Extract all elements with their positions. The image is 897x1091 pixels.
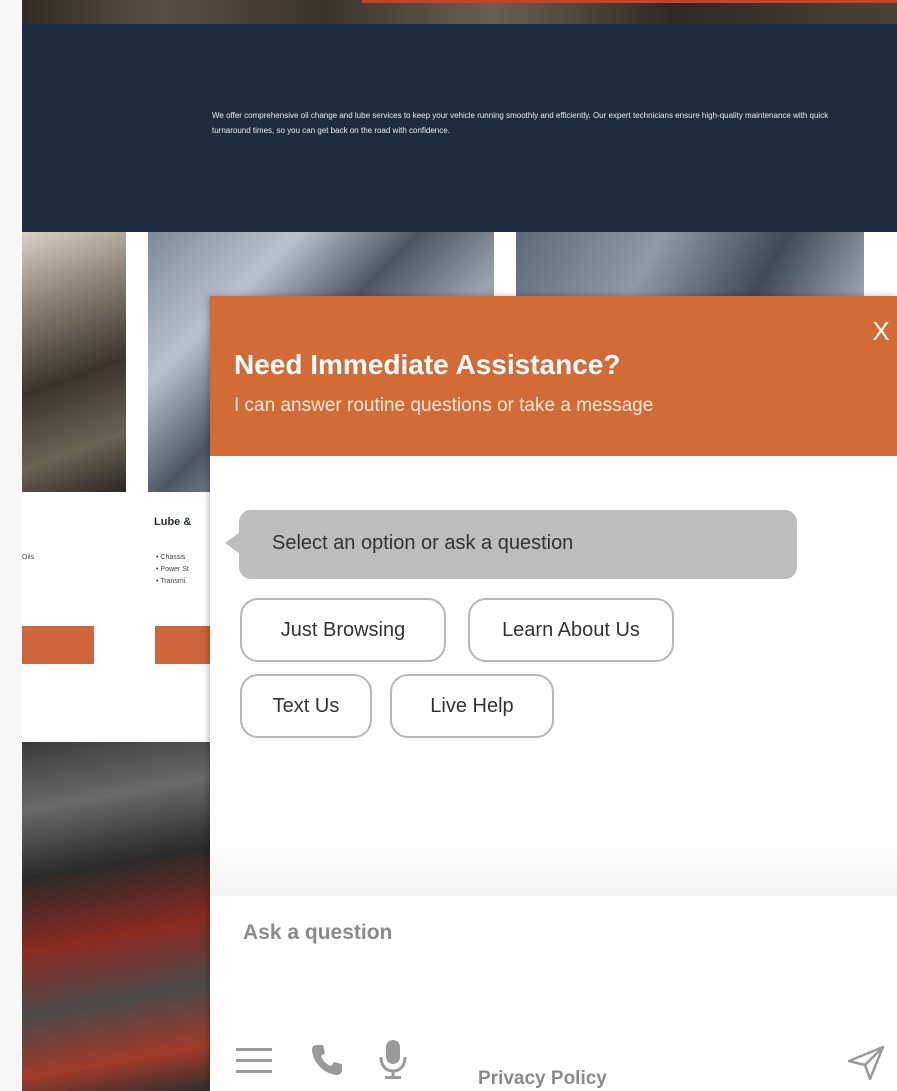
bubble-tail — [225, 532, 240, 554]
chat-input-area: Privacy Policy — [210, 896, 897, 1091]
card-button-oil[interactable] — [22, 626, 94, 664]
close-icon[interactable]: X — [868, 318, 894, 344]
card-list-oil: Oils — [22, 552, 34, 564]
bot-message-bubble: Select an option or ask a question — [239, 510, 797, 579]
chat-subtitle: I can answer routine questions or take a… — [234, 395, 654, 416]
messages-fade — [210, 836, 897, 896]
option-text-us[interactable]: Text Us — [240, 674, 372, 738]
list-item: Oils — [22, 554, 35, 561]
card-heading-lube: Lube & — [154, 516, 192, 528]
service-photo-oil — [22, 232, 126, 492]
phone-icon[interactable] — [310, 1043, 344, 1077]
card-list-lube: • Chassis • Power St • Transmi — [156, 552, 189, 588]
garage-photo — [22, 742, 212, 1091]
top-banner-photo — [0, 0, 897, 24]
option-live-help[interactable]: Live Help — [390, 674, 554, 738]
microphone-icon[interactable] — [378, 1040, 408, 1080]
left-margin — [0, 0, 22, 1091]
hero-description: We offer comprehensive oil change and lu… — [212, 111, 829, 135]
list-item: • Power St — [156, 566, 189, 573]
option-learn-about-us[interactable]: Learn About Us — [468, 598, 674, 662]
list-item: • Transmi — [156, 578, 186, 585]
top-red-bar — [362, 0, 897, 3]
bot-message-text: Select an option or ask a question — [272, 532, 574, 554]
send-icon[interactable] — [846, 1044, 886, 1082]
list-item: • Chassis — [156, 554, 186, 561]
chat-title: Need Immediate Assistance? — [234, 349, 621, 380]
option-just-browsing[interactable]: Just Browsing — [240, 598, 446, 662]
chat-header: Need Immediate Assistance? I can answer … — [210, 296, 897, 456]
ask-question-input[interactable] — [243, 916, 843, 950]
chat-widget: Need Immediate Assistance? I can answer … — [210, 296, 897, 1091]
card-button-lube[interactable] — [155, 626, 211, 664]
privacy-policy-link[interactable]: Privacy Policy — [478, 1068, 607, 1090]
menu-icon[interactable] — [236, 1044, 272, 1078]
